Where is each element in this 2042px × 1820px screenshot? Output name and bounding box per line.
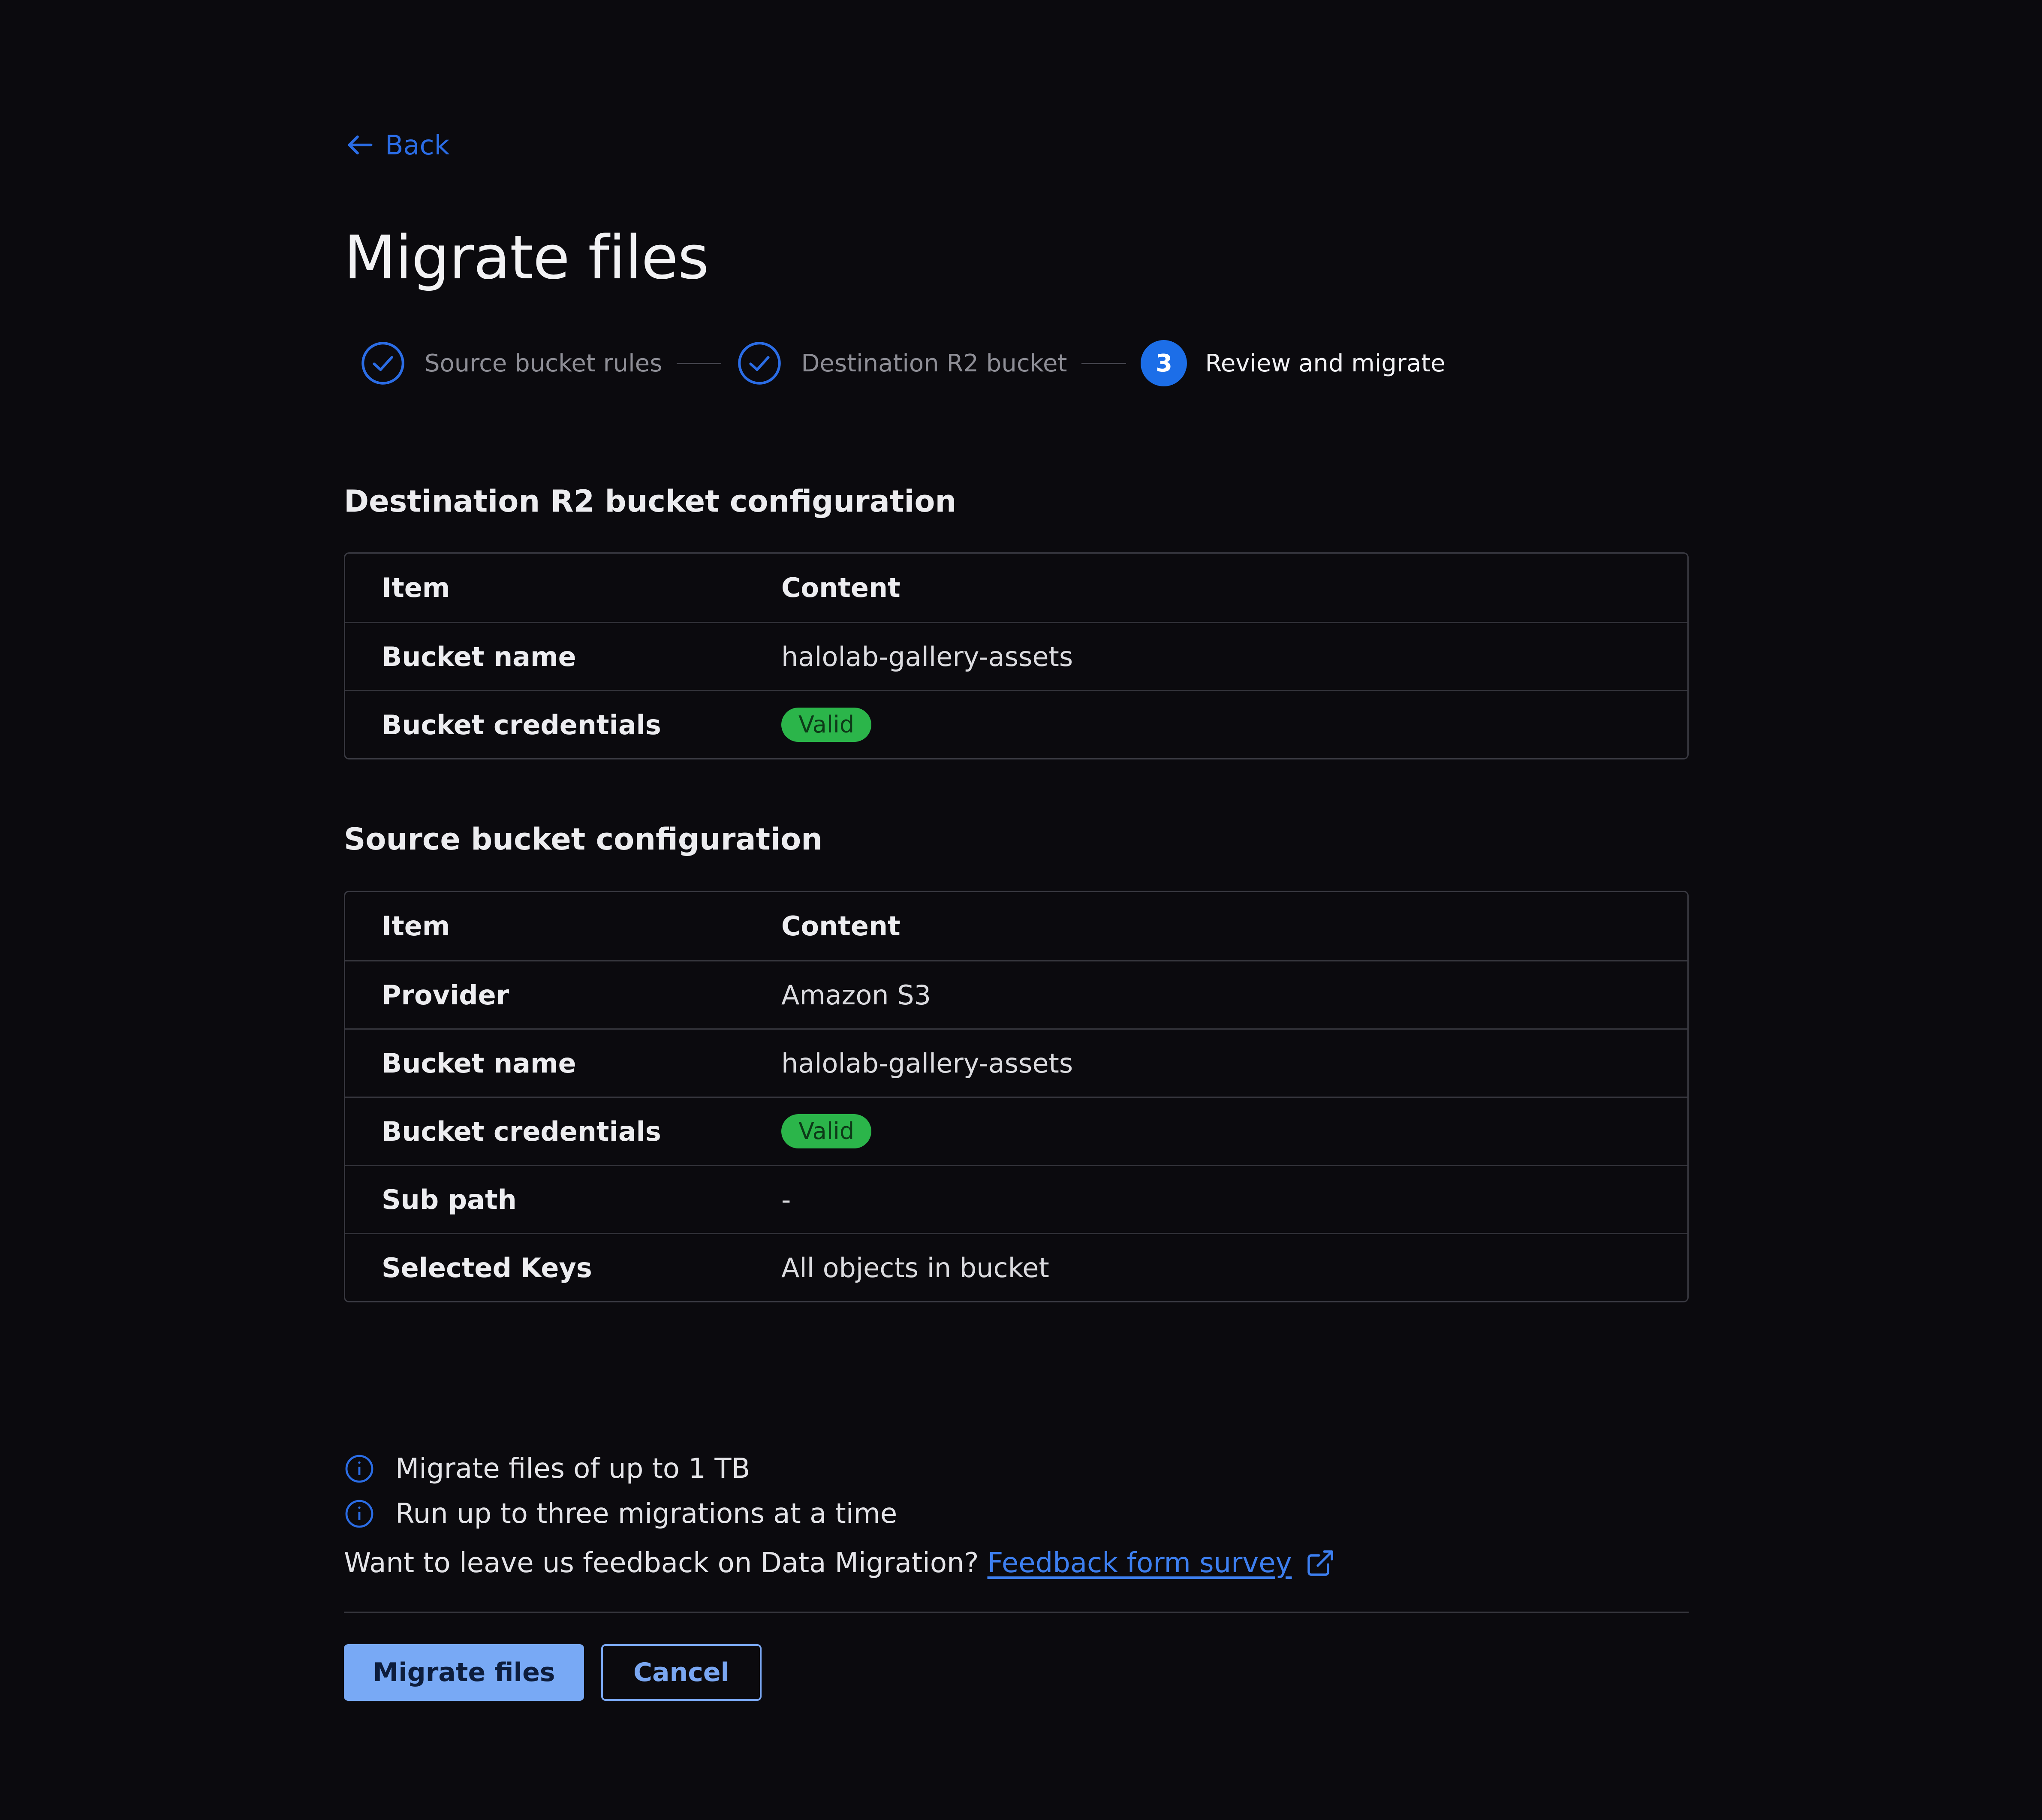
info-line: Migrate files of up to 1 TB [344, 1453, 750, 1485]
row-content: Amazon S3 [781, 979, 931, 1011]
step-label: Destination R2 bucket [801, 349, 1067, 377]
table-row: Bucket name halolab-gallery-assets [345, 622, 1687, 690]
row-item: Sub path [382, 1184, 517, 1215]
table-row: Selected Keys All objects in bucket [345, 1233, 1687, 1301]
info-line: Run up to three migrations at a time [344, 1498, 897, 1530]
arrow-left-icon [348, 135, 373, 155]
step-label: Review and migrate [1205, 349, 1446, 377]
row-content: Valid [781, 708, 1687, 742]
row-content: Valid [781, 1114, 1687, 1148]
external-link-icon[interactable] [1305, 1548, 1336, 1579]
column-header-content: Content [781, 572, 901, 603]
info-circle-icon [345, 1500, 373, 1528]
step-number: 3 [1141, 340, 1187, 386]
step-connector [677, 362, 722, 364]
check-circle-icon [361, 342, 404, 385]
back-link[interactable]: Back [344, 129, 450, 161]
row-content: halolab-gallery-assets [781, 641, 1073, 672]
table-row: Bucket name halolab-gallery-assets [345, 1028, 1687, 1097]
row-item: Bucket name [382, 1047, 576, 1079]
feedback-survey-link[interactable]: Feedback form survey [988, 1547, 1292, 1579]
step-connector [1081, 362, 1126, 364]
row-item: Provider [382, 979, 509, 1011]
row-content: - [781, 1184, 791, 1215]
row-item: Bucket name [382, 641, 576, 672]
step-source-bucket-rules[interactable]: Source bucket rules [359, 340, 662, 387]
feedback-line: Want to leave us feedback on Data Migrat… [344, 1547, 1336, 1579]
info-text: Migrate files of up to 1 TB [395, 1453, 750, 1485]
row-item: Bucket credentials [382, 1115, 661, 1147]
back-label: Back [385, 129, 450, 161]
row-item: Selected Keys [382, 1252, 592, 1284]
info-text: Run up to three migrations at a time [395, 1498, 898, 1530]
column-header-content: Content [781, 910, 901, 942]
table-row: Provider Amazon S3 [345, 960, 1687, 1028]
table-header-row: Item Content [345, 554, 1687, 622]
cancel-button[interactable]: Cancel [601, 1644, 762, 1701]
column-header-item: Item [382, 572, 450, 603]
stepper: Source bucket rules Destination R2 bucke… [359, 340, 1446, 387]
column-header-item: Item [382, 910, 450, 942]
table-header-row: Item Content [345, 892, 1687, 960]
divider [344, 1612, 1689, 1613]
source-heading: Source bucket configuration [344, 822, 823, 857]
info-circle-icon [345, 1455, 373, 1483]
row-item: Bucket credentials [382, 709, 661, 741]
step-destination-r2-bucket[interactable]: Destination R2 bucket [736, 340, 1067, 387]
destination-heading: Destination R2 bucket configuration [344, 484, 957, 519]
feedback-prompt: Want to leave us feedback on Data Migrat… [344, 1547, 979, 1579]
row-content: halolab-gallery-assets [781, 1047, 1073, 1079]
step-review-and-migrate: 3 Review and migrate [1141, 340, 1446, 386]
row-content: All objects in bucket [781, 1252, 1049, 1284]
source-table: Item Content Provider Amazon S3 Bucket n… [344, 891, 1689, 1302]
step-label: Source bucket rules [425, 349, 663, 377]
check-circle-icon [738, 342, 781, 385]
status-badge: Valid [781, 708, 872, 742]
page-title: Migrate files [344, 223, 709, 293]
migrate-files-button[interactable]: Migrate files [344, 1644, 584, 1701]
table-row: Bucket credentials Valid [345, 690, 1687, 758]
table-row: Bucket credentials Valid [345, 1097, 1687, 1165]
status-badge: Valid [781, 1114, 872, 1148]
destination-table: Item Content Bucket name halolab-gallery… [344, 552, 1689, 759]
table-row: Sub path - [345, 1165, 1687, 1233]
